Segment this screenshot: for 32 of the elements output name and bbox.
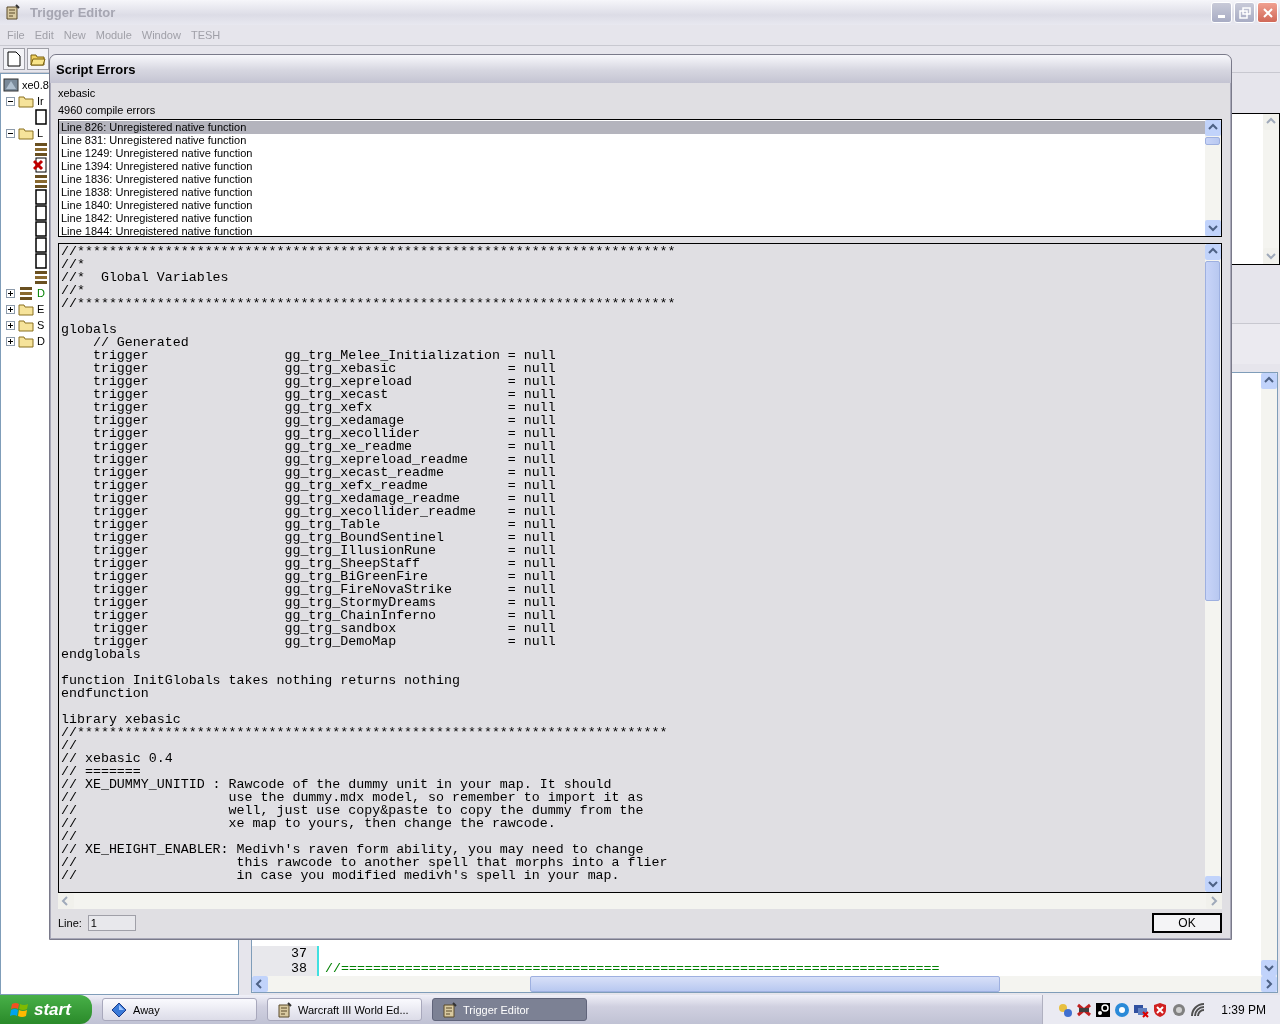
tree-item[interactable]: D bbox=[37, 335, 45, 347]
error-count: 4960 compile errors bbox=[58, 103, 157, 118]
code-text: //*************************************************************************** //* //* Global Variables //* //*************************************************************************** globals // Generated trigger gg_trg_Melee_Initialization = null trigger gg_trg_xebasic = null trigger gg_trg_xepreload = null trigger gg_trg_xecast = null trigger gg_trg_xefx = null trigger gg_trg_xedamage = null trigger gg_trg_xecollider = null trigger gg_trg_xe_readme = null trigger gg_trg_xepreload_readme = null trigger gg_trg_xecast_readme = null trigger gg_trg_xefx_readme = null trigger gg_trg_xedamage_readme = null trigger gg_trg_xecollider_readme = null trigger gg_trg_Table = null trigger gg_trg_BoundSentinel = null trigger gg_trg_IllusionRune = null trigger gg_trg_SheepStaff = null trigger gg_trg_BiGreenFire = null trigger gg_trg_FireNovaStrike = null trigger gg_trg_StormyDreams = null trigger gg_trg_ChainInferno = null trigger gg_trg_sandbox = null trigger gg_trg_DemoMap = null endglobals function InitGlobals takes nothing returns nothing endfunction library xebasic //************************************************************************** // // xebasic 0.4 // ======= // XE_DUMMY_UNITID : Rawcode of the dummy unit in your map. It should // use the dummy.mdx model, so remember to import it as // well, just use copy&paste to copy the dummy from the // xe map to yours, then change the rawcode. // // XE_HEIGHT_ENABLER: Medivh's raven form ability, you may need to change // this rawcode to another spell that morphs into a flier // in case you modified medivh's spell in your map. bbox=[60, 244, 677, 883]
window-title: Trigger Editor bbox=[30, 5, 116, 20]
error-item[interactable]: Line 826: Unregistered native function bbox=[59, 121, 1205, 134]
taskbar-button[interactable]: Warcraft III World Ed... bbox=[267, 998, 422, 1021]
tree-item[interactable]: L bbox=[37, 127, 44, 139]
taskbar-button[interactable]: Away bbox=[102, 998, 257, 1021]
dialog-title: Script Errors bbox=[56, 61, 136, 77]
error-item[interactable]: Line 1249: Unregistered native function bbox=[59, 147, 1205, 160]
clock: 1:39 PM bbox=[1221, 1002, 1266, 1017]
error-item[interactable]: Line 1394: Unregistered native function bbox=[59, 160, 1205, 173]
error-item[interactable]: Line 1842: Unregistered native function bbox=[59, 212, 1205, 225]
tree-item[interactable]: xe0.8 bbox=[22, 79, 49, 91]
tree-item[interactable]: D bbox=[37, 287, 45, 299]
script-name: xebasic bbox=[58, 86, 97, 101]
taskbar-button[interactable]: Trigger Editor bbox=[432, 998, 587, 1021]
error-item[interactable]: Line 1836: Unregistered native function bbox=[59, 173, 1205, 186]
error-item[interactable]: Line 1840: Unregistered native function bbox=[59, 199, 1205, 212]
tree-item[interactable]: E bbox=[37, 303, 45, 315]
tree-item[interactable]: S bbox=[37, 319, 45, 331]
ok-button[interactable]: OK bbox=[1152, 913, 1222, 933]
start-button[interactable]: start bbox=[0, 995, 92, 1024]
line-field[interactable]: 1 bbox=[87, 915, 136, 931]
line-number: 38 bbox=[291, 961, 307, 976]
line-number: 37 bbox=[291, 946, 307, 961]
tree-item[interactable]: Ir bbox=[37, 95, 44, 107]
error-item[interactable]: Line 1838: Unregistered native function bbox=[59, 186, 1205, 199]
line-label: Line: bbox=[58, 915, 82, 931]
error-item[interactable]: Line 831: Unregistered native function bbox=[59, 134, 1205, 147]
error-item[interactable]: Line 1844: Unregistered native function bbox=[59, 225, 1205, 238]
code-line: //=========================================================================== bbox=[325, 961, 940, 976]
